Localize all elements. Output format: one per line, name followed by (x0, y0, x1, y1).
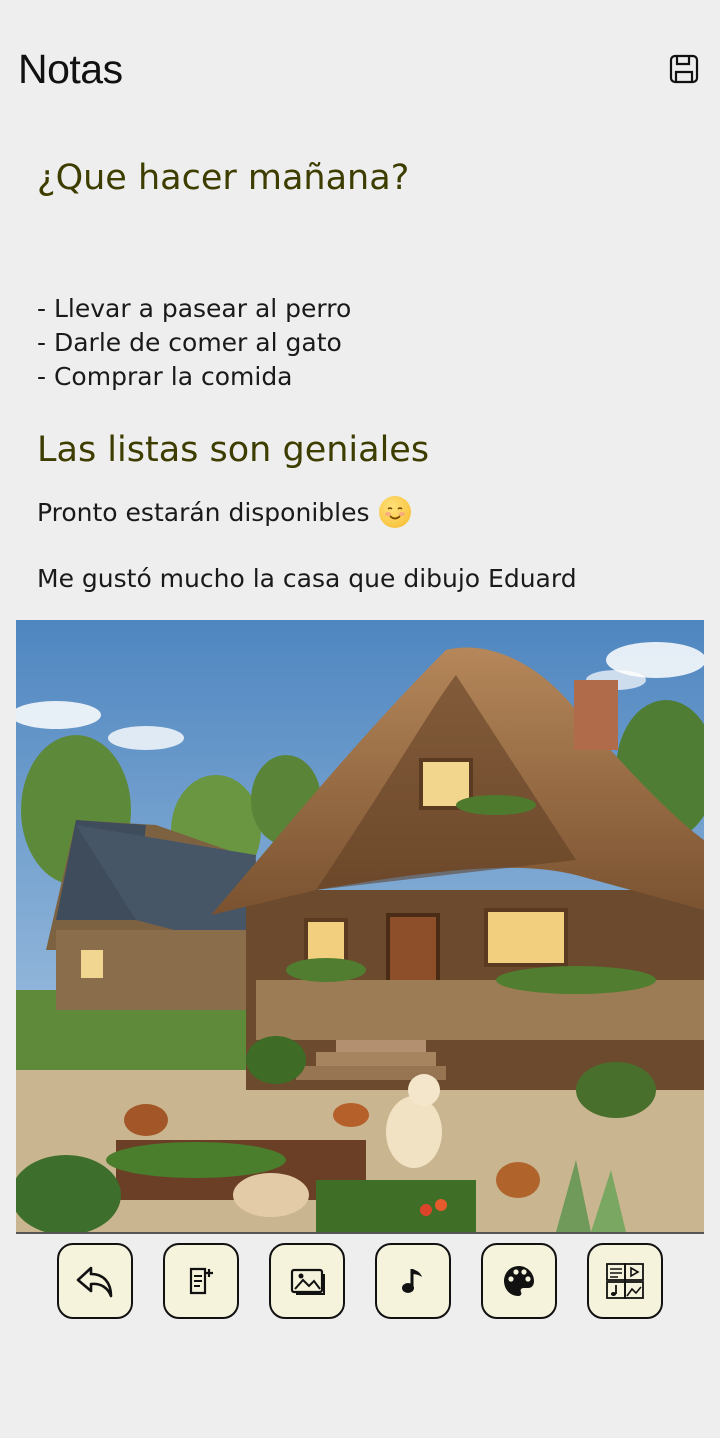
app-header: Notas (0, 0, 720, 140)
undo-icon (76, 1266, 113, 1298)
media-icon (606, 1263, 644, 1299)
theme-button[interactable] (481, 1243, 557, 1319)
app-title: Notas (18, 46, 123, 92)
paragraph[interactable]: Me gustó mucho la casa que dibujo Eduard (37, 564, 577, 593)
palette-icon (504, 1266, 534, 1296)
note-image[interactable] (16, 620, 704, 1234)
undo-button[interactable] (57, 1243, 133, 1319)
music-note-icon (402, 1269, 422, 1293)
media-button[interactable] (587, 1243, 663, 1319)
smiling-face-emoji (379, 496, 412, 528)
house-illustration (16, 620, 704, 1232)
add-image-button[interactable] (269, 1243, 345, 1319)
add-note-icon (189, 1267, 213, 1295)
save-icon (669, 54, 699, 84)
list-item: - Comprar la comida (37, 362, 293, 391)
save-button[interactable] (664, 50, 704, 88)
todo-list[interactable]: - Llevar a pasear al perro - Darle de co… (37, 292, 351, 394)
paragraph-text: Pronto estarán disponibles (37, 497, 370, 527)
list-item: - Darle de comer al gato (37, 328, 342, 357)
bottom-toolbar (0, 1243, 720, 1319)
section-title[interactable]: Las listas son geniales (37, 430, 429, 470)
image-icon (290, 1268, 325, 1295)
add-text-button[interactable] (163, 1243, 239, 1319)
paragraph[interactable]: Pronto estarán disponibles (37, 496, 412, 528)
add-audio-button[interactable] (375, 1243, 451, 1319)
note-title[interactable]: ¿Que hacer mañana? (37, 158, 409, 198)
list-item: - Llevar a pasear al perro (37, 294, 352, 323)
